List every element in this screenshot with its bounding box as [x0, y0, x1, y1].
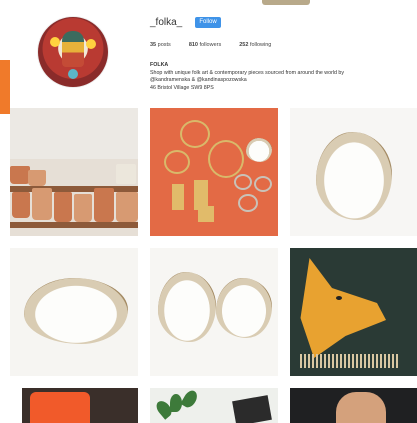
shell-dish-shape — [216, 278, 272, 338]
pot-shape — [74, 194, 92, 222]
avatar-flower — [86, 39, 96, 49]
pot-shape — [54, 192, 72, 222]
avatar-figure — [62, 31, 84, 67]
pot-shape — [10, 166, 30, 184]
pot-shape — [12, 192, 30, 218]
followers-count[interactable]: 810 followers — [189, 42, 221, 48]
avatar-flower — [50, 37, 60, 47]
shell-dish-shape — [158, 272, 216, 342]
brass-jewelry-post[interactable] — [150, 108, 278, 236]
profile-username: _folka_ — [150, 17, 183, 28]
posts-count[interactable]: 35 posts — [150, 42, 171, 48]
small-shell-shape — [246, 138, 272, 162]
following-value: 252 — [239, 42, 249, 48]
pot-shape — [94, 188, 114, 222]
following-count[interactable]: 252 following — [239, 42, 271, 48]
charm-shape — [172, 184, 184, 210]
charm-shape — [198, 206, 214, 222]
ring-shape — [180, 120, 210, 148]
followers-label: followers — [199, 42, 222, 48]
bio-description: Shop with unique folk art & contemporary… — [150, 69, 345, 76]
white-pot-shape — [116, 164, 136, 184]
ring-shape — [238, 194, 258, 212]
profile-bio: FOLKA Shop with unique folk art & contem… — [150, 62, 415, 92]
profile-stats: 35 posts 810 followers 252 following — [150, 42, 271, 48]
follow-button[interactable]: Follow — [195, 17, 221, 28]
ring-shape — [234, 174, 252, 190]
avatar-flower — [68, 69, 78, 79]
ceramic-shell-dish-post[interactable] — [290, 108, 417, 236]
oyster-shell-dish-post[interactable] — [10, 248, 138, 376]
shell-dish-shape — [316, 132, 392, 220]
following-label: following — [249, 42, 272, 48]
shell-dish-shape — [24, 278, 128, 344]
pot-shape — [28, 170, 46, 186]
mug-shape — [30, 392, 90, 423]
fringe-shape — [300, 354, 400, 368]
two-shell-dishes-post[interactable] — [150, 248, 278, 376]
shelf-shape — [10, 222, 138, 228]
dark-object-shape — [232, 395, 272, 423]
posts-value: 35 — [150, 42, 157, 48]
profile-avatar[interactable] — [38, 17, 108, 87]
ring-shape — [254, 176, 272, 192]
posts-label: posts — [157, 42, 171, 48]
terracotta-pots-post[interactable] — [10, 108, 138, 236]
bio-address: 46 Bristol Village SW9 8PS — [150, 84, 214, 91]
leaf-shape — [180, 388, 200, 410]
plant-post[interactable] — [150, 388, 278, 423]
cropped-screen-edge — [262, 0, 310, 5]
bio-mentions[interactable]: @kandramenska & @kandinaspozowska — [150, 77, 415, 85]
bio-name: FOLKA — [150, 62, 169, 68]
ring-shape — [208, 140, 244, 178]
hand-shape — [336, 392, 386, 423]
pot-shape — [32, 188, 52, 220]
pot-shape — [116, 192, 138, 222]
fox-eye-shape — [336, 296, 342, 300]
followers-value: 810 — [188, 42, 198, 48]
ring-shape — [164, 150, 190, 174]
side-tab — [0, 60, 10, 114]
